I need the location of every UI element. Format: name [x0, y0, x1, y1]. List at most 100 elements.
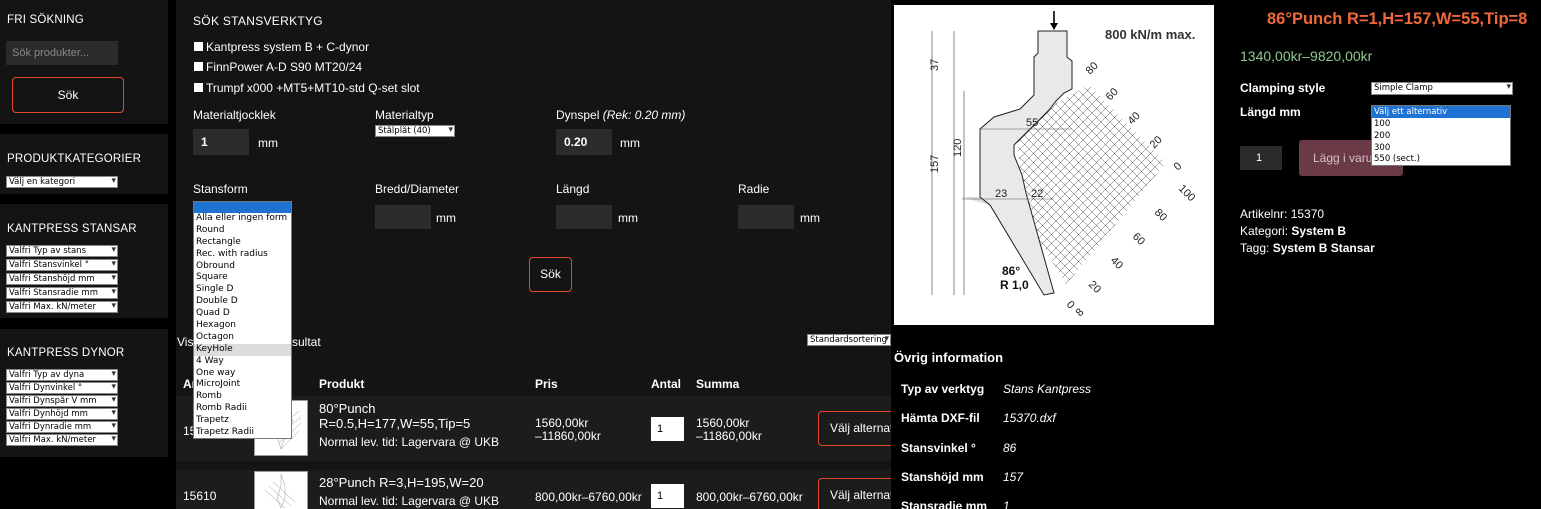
- product-title: 86°Punch R=1,H=157,W=55,Tip=8: [1267, 10, 1528, 28]
- punch-max-kn-filter[interactable]: Valfri Max. kN/meter: [6, 301, 118, 313]
- scale-up-80: 80: [1084, 60, 1101, 77]
- sku-label: Artikelnr:: [1240, 207, 1288, 221]
- machine-label-3: Trumpf x000 +MT5+MT10-std Q-set slot: [206, 81, 420, 95]
- sidebar: FRI SÖKNING Sök produkter... Sök PRODUKT…: [0, 0, 168, 509]
- length-dropdown-list[interactable]: Välj ett alternativ 100 200 300 550 (sec…: [1371, 105, 1511, 166]
- die-max-kn-filter[interactable]: Valfri Max. kN/meter: [6, 434, 118, 446]
- length-option-300[interactable]: 300: [1372, 142, 1510, 154]
- shape-option[interactable]: Obround: [194, 261, 291, 273]
- shape-option[interactable]: 4 Way: [194, 356, 291, 368]
- clamping-style-select[interactable]: Simple Clamp: [1371, 82, 1513, 95]
- row1-qty-input[interactable]: 1: [651, 417, 684, 441]
- search-tools-title: SÖK STANSVERKTYG: [193, 14, 323, 28]
- material-type-select[interactable]: Stålplåt (40): [375, 125, 455, 137]
- row1-price-max: –11860,00kr: [535, 429, 601, 443]
- sku-line: Artikelnr: 15370: [1240, 207, 1324, 221]
- row1-delivery: Normal lev. tid: Lagervara @ UKB: [319, 435, 500, 449]
- machine-checkbox-3[interactable]: [194, 83, 203, 92]
- scale-right-80: 80: [1152, 207, 1169, 224]
- machine-checkbox-1[interactable]: [194, 42, 203, 51]
- radius-input[interactable]: [738, 205, 794, 229]
- die-gap-input[interactable]: 0.20: [556, 129, 612, 155]
- row2-select-options-button[interactable]: Välj alternativ: [818, 478, 891, 509]
- material-thickness-input[interactable]: 1: [193, 129, 249, 155]
- row1-subtitle[interactable]: R=0.5,H=177,W=55,Tip=5: [319, 416, 470, 431]
- row1-select-options-button[interactable]: Välj alternativ: [818, 411, 891, 446]
- die-height-filter[interactable]: Valfri Dynhöjd mm: [6, 408, 118, 420]
- category-link[interactable]: System B: [1291, 224, 1346, 238]
- product-search-placeholder: Sök produkter...: [12, 47, 90, 59]
- row2-thumbnail[interactable]: [254, 471, 308, 509]
- die-radius-filter[interactable]: Valfri Dynradie mm: [6, 421, 118, 433]
- shape-option[interactable]: One way: [194, 368, 291, 380]
- shape-option[interactable]: Rectangle: [194, 237, 291, 249]
- shape-option[interactable]: Trapetz Radii: [194, 427, 291, 439]
- machine-label-2: FinnPower A-D S90 MT20/24: [206, 60, 363, 74]
- info-key-height: Stanshöjd mm: [901, 470, 984, 484]
- category-select[interactable]: Välj en kategori: [6, 176, 118, 188]
- category-label: Kategori:: [1240, 224, 1289, 238]
- row2-sum: 800,00kr–6760,00kr: [696, 490, 803, 504]
- punch-filter-title: KANTPRESS STANSAR: [7, 223, 137, 235]
- width-input[interactable]: [375, 205, 431, 229]
- shape-option[interactable]: Double D: [194, 296, 291, 308]
- shape-option[interactable]: MicroJoint: [194, 379, 291, 391]
- row2-title[interactable]: 28°Punch R=3,H=195,W=20: [319, 475, 484, 490]
- length-option-placeholder[interactable]: Välj ett alternativ: [1372, 106, 1510, 118]
- row1-sum: 1560,00kr: [696, 416, 750, 430]
- results-count-suffix: sultat: [292, 335, 321, 349]
- die-v-filter[interactable]: Valfri Dynspår V mm: [6, 395, 118, 407]
- length-label: Längd: [556, 182, 590, 196]
- search-button[interactable]: Sök: [529, 257, 572, 292]
- radius-unit: mm: [800, 211, 820, 225]
- shape-dropdown-list[interactable]: Alla eller ingen form Round Rectangle Rec. …: [193, 201, 292, 439]
- info-key-tool-type: Typ av verktyg: [901, 382, 985, 396]
- material-type-label: Materialtyp: [375, 108, 434, 122]
- punch-height-filter[interactable]: Valfri Stanshöjd mm: [6, 273, 118, 285]
- shape-dropdown-selected[interactable]: [194, 202, 291, 213]
- product-search-input[interactable]: Sök produkter...: [6, 41, 118, 65]
- shape-option[interactable]: Round: [194, 225, 291, 237]
- length-option-550[interactable]: 550 (sect.): [1372, 154, 1510, 165]
- shape-option[interactable]: Square: [194, 272, 291, 284]
- punch-type-filter[interactable]: Valfri Typ av stans: [6, 245, 118, 257]
- sidebar-search-button[interactable]: Sök: [12, 77, 124, 113]
- col-product: Produkt: [319, 377, 365, 391]
- length-input[interactable]: [556, 205, 612, 229]
- info-value-radius: 1: [1003, 499, 1010, 509]
- scale-right-100: 100: [1176, 183, 1197, 204]
- info-value-tool-type: Stans Kantpress: [1003, 382, 1092, 396]
- shape-option[interactable]: Trapetz: [194, 415, 291, 427]
- shape-option[interactable]: Quad D: [194, 308, 291, 320]
- product-qty-input[interactable]: 1: [1240, 146, 1282, 170]
- tag-link[interactable]: System B Stansar: [1273, 241, 1375, 255]
- shape-option[interactable]: Romb: [194, 391, 291, 403]
- shape-option[interactable]: KeyHole: [194, 343, 291, 356]
- row2-qty-input[interactable]: 1: [651, 484, 684, 508]
- shape-option[interactable]: Single D: [194, 284, 291, 296]
- die-gap-label-text: Dynspel: [556, 108, 600, 122]
- die-angle-filter[interactable]: Valfri Dynvinkel °: [6, 382, 118, 394]
- dim-120-label: 120: [952, 139, 964, 157]
- punch-angle-filter[interactable]: Valfri Stansvinkel °: [6, 259, 118, 271]
- length-option-100[interactable]: 100: [1372, 118, 1510, 130]
- shape-option[interactable]: Rec. with radius: [194, 249, 291, 261]
- punch-radius-filter[interactable]: Valfri Stansradie mm: [6, 287, 118, 299]
- dim-55-label: 55: [1026, 117, 1038, 129]
- info-key-dxf: Hämta DXF-fil: [901, 411, 980, 425]
- row1-title[interactable]: 80°Punch: [319, 401, 376, 416]
- shape-option[interactable]: Alla eller ingen form: [194, 213, 291, 225]
- scale-right-8: 8: [1074, 306, 1087, 319]
- scale-up-0: 0: [1172, 160, 1185, 173]
- info-value-dxf-link[interactable]: 15370.dxf: [1003, 411, 1056, 425]
- die-type-filter[interactable]: Valfri Typ av dyna: [6, 369, 118, 381]
- machine-checkbox-2[interactable]: [194, 62, 203, 71]
- dim-23-label: 23: [995, 188, 1007, 200]
- width-label: Bredd/Diameter: [375, 182, 460, 196]
- col-price: Pris: [535, 377, 558, 391]
- sort-select[interactable]: Standardsortering: [807, 334, 891, 346]
- length-option-200[interactable]: 200: [1372, 130, 1510, 142]
- shape-option[interactable]: Romb Radii: [194, 403, 291, 415]
- shape-option[interactable]: Octagon: [194, 332, 291, 344]
- shape-option[interactable]: Hexagon: [194, 320, 291, 332]
